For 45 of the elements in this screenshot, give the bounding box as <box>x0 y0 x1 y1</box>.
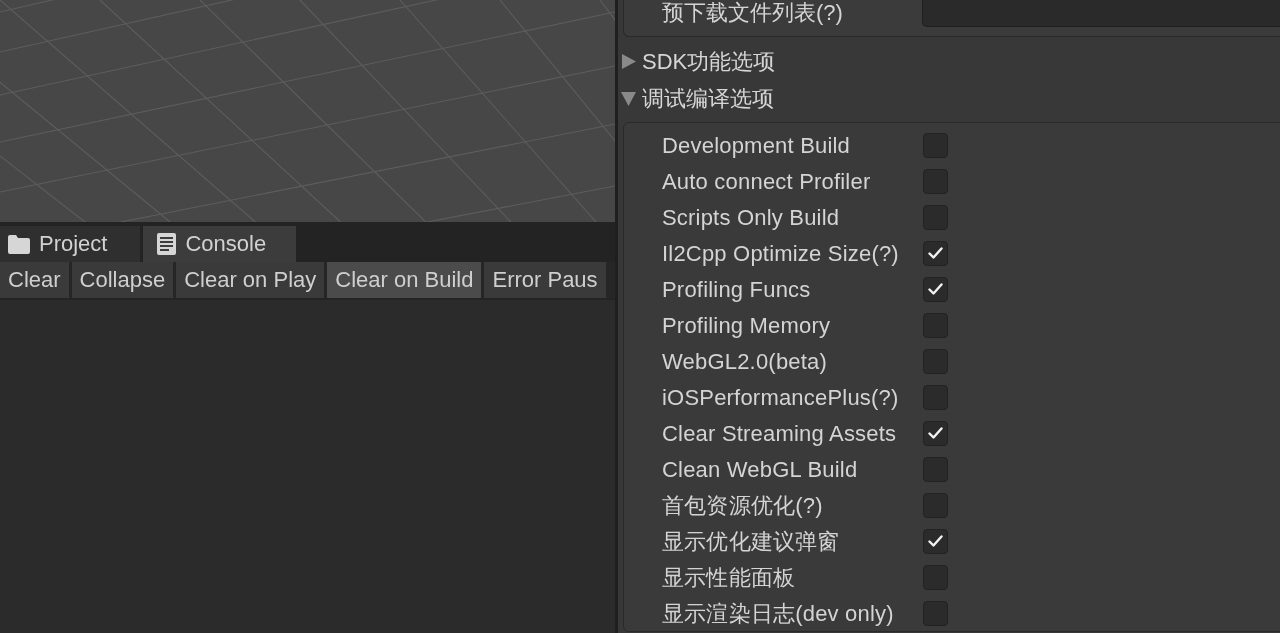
checkbox[interactable] <box>923 348 948 374</box>
checkbox[interactable] <box>923 564 948 590</box>
checkbox[interactable] <box>923 384 948 410</box>
option-label: WebGL2.0(beta) <box>662 348 828 374</box>
option-label: Profiling Memory <box>662 312 831 338</box>
check-icon <box>928 535 943 547</box>
option-label: Development Build <box>662 132 851 158</box>
option-label: Clean WebGL Build <box>662 456 858 482</box>
option-label: iOSPerformancePlus(?) <box>662 384 899 410</box>
console-tab[interactable]: Console <box>143 226 297 262</box>
checkbox[interactable] <box>923 420 948 446</box>
toolbar-button[interactable]: Error Paus <box>484 262 606 298</box>
checkbox[interactable] <box>923 276 948 302</box>
option-label: Scripts Only Build <box>662 204 840 230</box>
toolbar-button[interactable]: Clear on Build <box>327 262 482 298</box>
option-label: Clear Streaming Assets <box>662 420 897 446</box>
toolbar-button[interactable]: Collapse <box>71 262 174 298</box>
option-label: 显示性能面板 <box>662 564 796 590</box>
checkbox[interactable] <box>923 528 948 554</box>
check-icon <box>928 427 943 439</box>
checkbox[interactable] <box>923 600 948 626</box>
option-label: 显示渲染日志(dev only) <box>662 600 894 626</box>
checkbox[interactable] <box>923 312 948 338</box>
option-label: 首包资源优化(?) <box>662 492 823 518</box>
checkbox[interactable] <box>923 456 948 482</box>
option-label: Profiling Funcs <box>662 276 811 302</box>
foldout-header[interactable]: SDK功能选项 <box>621 43 776 80</box>
toolbar-button[interactable]: Clear on Play <box>176 262 325 298</box>
checkbox[interactable] <box>923 492 948 518</box>
toolbar-button[interactable]: Clear <box>0 262 69 298</box>
field-label: 预下载文件列表(?) <box>662 0 843 26</box>
text-field[interactable] <box>922 0 1280 27</box>
option-label: Auto connect Profiler <box>662 168 871 194</box>
project-tab[interactable]: Project <box>0 226 141 262</box>
check-icon <box>928 247 943 259</box>
checkbox[interactable] <box>923 240 948 266</box>
checkbox[interactable] <box>923 204 948 230</box>
check-icon <box>928 283 943 295</box>
checkbox[interactable] <box>923 132 948 158</box>
checkbox[interactable] <box>923 168 948 194</box>
folder-icon <box>8 234 30 254</box>
document-icon <box>157 233 177 255</box>
option-label: 显示优化建议弹窗 <box>662 528 840 554</box>
option-label: Il2Cpp Optimize Size(?) <box>662 240 899 266</box>
foldout-header[interactable]: 调试编译选项 <box>621 80 774 117</box>
